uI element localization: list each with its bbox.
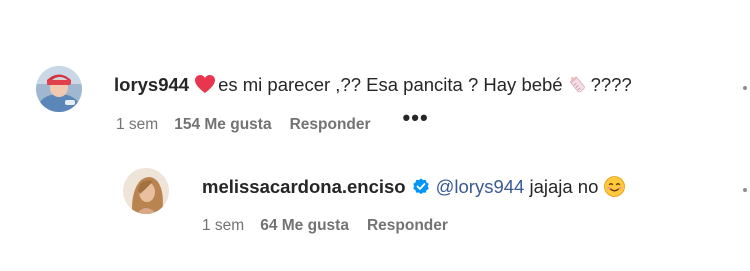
mention-link[interactable]: @lorys944 bbox=[436, 176, 525, 197]
likes-count[interactable]: 154 Me gusta bbox=[174, 115, 271, 135]
verified-badge-icon bbox=[412, 178, 430, 202]
comment-line: melissacardona.enciso @lorys944 jajaja no bbox=[202, 175, 626, 203]
comment-meta: 1 sem 64 Me gusta Responder bbox=[202, 216, 448, 236]
reply-button[interactable]: Responder bbox=[290, 115, 371, 135]
more-options-icon[interactable]: ••• bbox=[403, 107, 429, 129]
username[interactable]: lorys944 bbox=[114, 74, 189, 95]
reply-button[interactable]: Responder bbox=[367, 216, 448, 236]
username[interactable]: melissacardona.enciso bbox=[202, 176, 406, 197]
baby-bottle-emoji-icon bbox=[566, 73, 588, 101]
avatar-melissacardona[interactable] bbox=[123, 168, 169, 214]
smiling-face-emoji-icon bbox=[604, 176, 626, 203]
avatar-lorys944[interactable] bbox=[36, 66, 82, 112]
heart-emoji-icon bbox=[195, 75, 216, 100]
comment-time[interactable]: 1 sem bbox=[116, 115, 158, 135]
like-button-partial[interactable] bbox=[743, 188, 747, 192]
comment-text-suffix: ???? bbox=[590, 74, 632, 95]
comment-line: lorys944 es mi parecer ,?? Esa pancita ? … bbox=[114, 73, 632, 101]
like-button-partial[interactable] bbox=[743, 86, 747, 90]
comment-time[interactable]: 1 sem bbox=[202, 216, 244, 236]
comment-text: jajaja no bbox=[529, 176, 599, 197]
likes-count[interactable]: 64 Me gusta bbox=[260, 216, 349, 236]
comment-meta: 1 sem 154 Me gusta Responder ••• bbox=[116, 107, 429, 135]
comment-text: es mi parecer ,?? Esa pancita ? Hay bebé bbox=[218, 74, 563, 95]
